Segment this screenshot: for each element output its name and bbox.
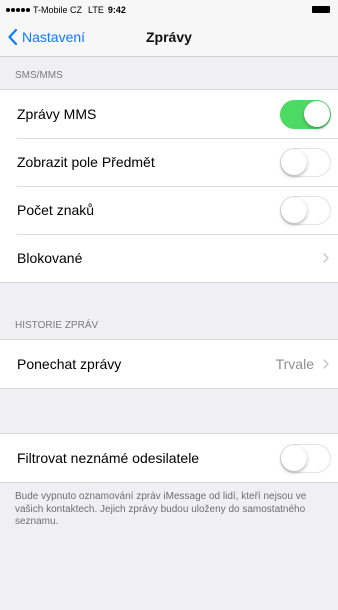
carrier-name: T-Mobile CZ	[33, 5, 83, 15]
chevron-left-icon	[8, 29, 17, 45]
chevron-right-icon	[323, 253, 329, 263]
mms-toggle[interactable]	[280, 100, 331, 129]
toggle-knob	[281, 445, 307, 471]
signal-strength-icon	[6, 8, 30, 12]
settings-group-history: Ponechat zprávy Trvale	[0, 339, 338, 389]
section-header-history: HISTORIE ZPRÁV	[15, 320, 99, 331]
section-header-sms-mms: SMS/MMS	[15, 70, 63, 81]
back-button-label: Nastavení	[22, 29, 86, 45]
row-blocked[interactable]: Blokované	[0, 234, 338, 282]
filter-unknown-senders-toggle[interactable]	[280, 444, 331, 473]
subject-field-toggle[interactable]	[280, 148, 331, 177]
row-show-subject-field: Zobrazit pole Předmět	[0, 138, 338, 186]
toggle-knob	[281, 197, 307, 223]
toggle-knob	[281, 149, 307, 175]
row-mms-messages: Zprávy MMS	[0, 90, 338, 138]
row-label: Blokované	[17, 250, 83, 266]
keep-messages-value: Trvale	[275, 356, 314, 372]
network-type: LTE	[88, 5, 104, 15]
filter-footer-note: Bude vypnuto oznamování zpráv iMessage o…	[15, 491, 307, 527]
row-filter-unknown-senders: Filtrovat neznámé odesilatele	[0, 434, 338, 482]
page-title: Zprávy	[146, 29, 192, 45]
character-count-toggle[interactable]	[280, 196, 331, 225]
settings-group-sms-mms: Zprávy MMS Zobrazit pole Předmět Počet z…	[0, 89, 338, 283]
settings-group-filter: Filtrovat neznámé odesilatele	[0, 433, 338, 483]
clock: 9:42	[107, 5, 126, 15]
status-bar: T-Mobile CZ LTE 9:42	[0, 0, 338, 18]
back-button[interactable]: Nastavení	[8, 18, 85, 56]
battery-icon	[312, 6, 330, 13]
row-keep-messages[interactable]: Ponechat zprávy Trvale	[0, 340, 338, 388]
navigation-bar: Nastavení Zprávy	[0, 18, 338, 57]
chevron-right-icon	[323, 359, 329, 369]
row-character-count: Počet znaků	[0, 186, 338, 234]
toggle-knob	[304, 101, 330, 127]
